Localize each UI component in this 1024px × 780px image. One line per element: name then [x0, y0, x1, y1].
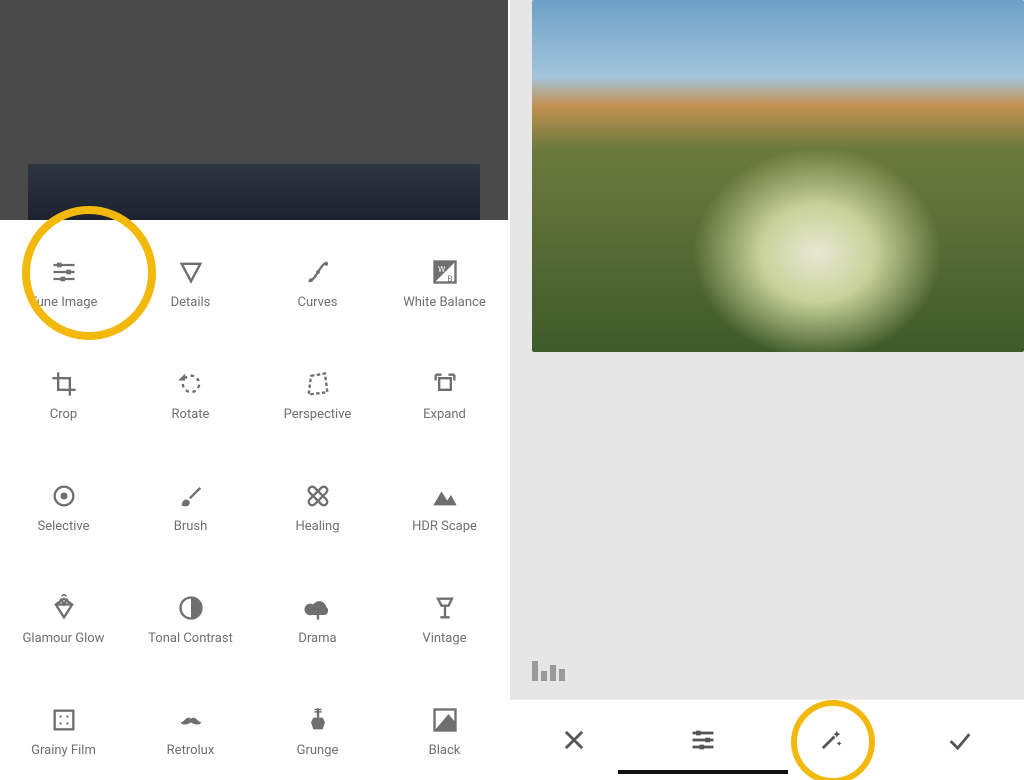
tool-grunge[interactable]: Grunge — [254, 676, 381, 780]
mountains-icon — [430, 481, 460, 511]
film-icon — [49, 705, 79, 735]
tool-black[interactable]: Black — [381, 676, 508, 780]
tune-button[interactable] — [671, 708, 735, 772]
tool-rotate[interactable]: Rotate — [127, 340, 254, 452]
tool-crop[interactable]: Crop — [0, 340, 127, 452]
tool-selective[interactable]: Selective — [0, 452, 127, 564]
sliders-icon — [49, 257, 79, 287]
tool-grid: Tune Image Details Curves WB White Balan… — [0, 220, 508, 780]
tool-label: Tonal Contrast — [148, 631, 233, 647]
tools-pane: Tune Image Details Curves WB White Balan… — [0, 0, 508, 780]
editor-toolbar — [510, 699, 1024, 780]
mustache-icon — [176, 705, 206, 735]
tool-label: Curves — [298, 295, 338, 311]
editor-pane — [508, 0, 1024, 780]
target-icon — [49, 481, 79, 511]
half-circle-icon — [176, 593, 206, 623]
diamond-icon — [49, 593, 79, 623]
edited-photo[interactable] — [532, 0, 1024, 352]
wb-icon: WB — [430, 257, 460, 287]
tool-label: HDR Scape — [412, 519, 477, 535]
svg-text:B: B — [447, 274, 452, 284]
tool-label: Perspective — [284, 407, 352, 423]
tool-expand[interactable]: Expand — [381, 340, 508, 452]
tool-perspective[interactable]: Perspective — [254, 340, 381, 452]
tool-tonal-contrast[interactable]: Tonal Contrast — [127, 564, 254, 676]
perspective-icon — [303, 369, 333, 399]
tool-details[interactable]: Details — [127, 228, 254, 340]
tool-label: Glamour Glow — [23, 631, 105, 647]
svg-text:W: W — [438, 264, 446, 274]
tool-label: Retrolux — [167, 743, 215, 759]
right-photo-area — [510, 0, 1024, 699]
tool-glamour-glow[interactable]: Glamour Glow — [0, 564, 127, 676]
tool-label: Healing — [295, 519, 339, 535]
tool-healing[interactable]: Healing — [254, 452, 381, 564]
tool-label: Vintage — [422, 631, 466, 647]
tool-label: White Balance — [403, 295, 486, 311]
tool-label: Brush — [174, 519, 208, 535]
cancel-button[interactable] — [542, 708, 606, 772]
lamp-icon — [430, 593, 460, 623]
tool-label: Black — [429, 743, 461, 759]
rotate-icon — [176, 369, 206, 399]
tool-curves[interactable]: Curves — [254, 228, 381, 340]
tool-brush[interactable]: Brush — [127, 452, 254, 564]
tool-label: Tune Image — [30, 295, 98, 311]
tool-label: Rotate — [172, 407, 210, 423]
brush-icon — [176, 481, 206, 511]
cloud-icon — [303, 593, 333, 623]
magic-wand-button[interactable] — [799, 708, 863, 772]
curves-icon — [303, 257, 333, 287]
tool-drama[interactable]: Drama — [254, 564, 381, 676]
tool-label: Drama — [298, 631, 336, 647]
tool-label: Expand — [423, 407, 466, 423]
app-root: Tune Image Details Curves WB White Balan… — [0, 0, 1024, 780]
tool-vintage[interactable]: Vintage — [381, 564, 508, 676]
tool-label: Grunge — [297, 743, 339, 759]
tool-label: Crop — [50, 407, 77, 423]
selection-underline — [618, 770, 788, 774]
histogram-icon[interactable] — [532, 661, 568, 681]
bw-icon — [430, 705, 460, 735]
tool-white-balance[interactable]: WB White Balance — [381, 228, 508, 340]
apply-button[interactable] — [928, 708, 992, 772]
tool-grainy-film[interactable]: Grainy Film — [0, 676, 127, 780]
tool-label: Grainy Film — [31, 743, 96, 759]
tool-tune-image[interactable]: Tune Image — [0, 228, 127, 340]
tool-label: Details — [171, 295, 211, 311]
guitar-icon — [303, 705, 333, 735]
tool-hdr-scape[interactable]: HDR Scape — [381, 452, 508, 564]
tool-label: Selective — [38, 519, 90, 535]
bandage-icon — [303, 481, 333, 511]
tool-retrolux[interactable]: Retrolux — [127, 676, 254, 780]
crop-icon — [49, 369, 79, 399]
expand-icon — [430, 369, 460, 399]
triangle-down-icon — [176, 257, 206, 287]
photo-stub — [28, 164, 480, 220]
left-photo-preview — [0, 0, 508, 220]
